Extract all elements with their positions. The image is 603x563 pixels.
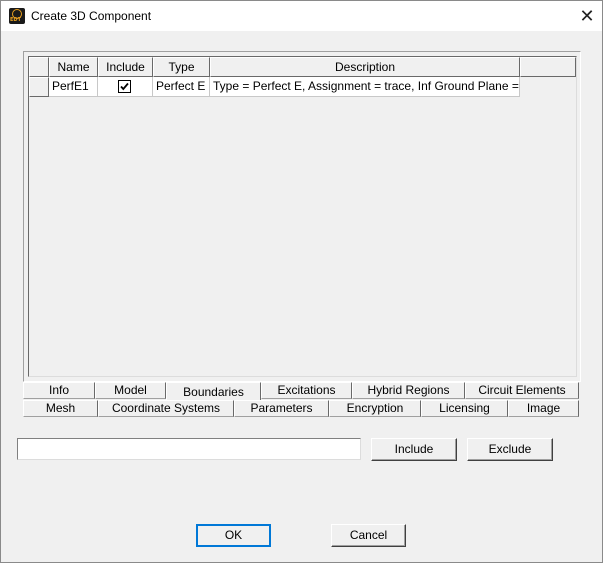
tab-licensing[interactable]: Licensing <box>421 400 508 417</box>
filter-input[interactable] <box>17 438 361 460</box>
cell-type[interactable]: Perfect E <box>153 77 210 97</box>
row-header[interactable] <box>29 77 49 97</box>
app-icon-text: EDT <box>10 17 21 23</box>
cell-name[interactable]: PerfE1 <box>49 77 98 97</box>
tab-encryption[interactable]: Encryption <box>329 400 421 417</box>
corner-header <box>29 57 49 77</box>
tab-image[interactable]: Image <box>508 400 579 417</box>
cell-include[interactable] <box>98 77 153 97</box>
ok-button[interactable]: OK <box>196 524 271 547</box>
tab-boundaries[interactable]: Boundaries <box>166 382 261 401</box>
checkmark-icon <box>120 82 129 91</box>
tab-coordinate-systems[interactable]: Coordinate Systems <box>98 400 234 417</box>
tab-model[interactable]: Model <box>95 382 166 399</box>
column-header-include[interactable]: Include <box>98 57 153 77</box>
tab-circuit-elements[interactable]: Circuit Elements <box>465 382 579 399</box>
edt-app-icon: EDT <box>9 8 25 24</box>
include-checkbox[interactable] <box>118 80 131 93</box>
tab-excitations[interactable]: Excitations <box>261 382 352 399</box>
close-icon[interactable]: ✕ <box>572 1 602 31</box>
column-header-blank <box>520 57 576 77</box>
tab-parameters[interactable]: Parameters <box>234 400 329 417</box>
column-header-description[interactable]: Description <box>210 57 520 77</box>
title-bar[interactable]: EDT Create 3D Component ✕ <box>1 1 602 31</box>
cell-description[interactable]: Type = Perfect E, Assignment = trace, In… <box>210 77 520 97</box>
dialog-window: EDT Create 3D Component ✕ Name Include T… <box>0 0 603 563</box>
boundaries-table: Name Include Type Description PerfE1 Per… <box>23 51 581 382</box>
column-header-type[interactable]: Type <box>153 57 210 77</box>
column-header-name[interactable]: Name <box>49 57 98 77</box>
tab-hybrid-regions[interactable]: Hybrid Regions <box>352 382 465 399</box>
window-title: Create 3D Component <box>31 9 152 23</box>
table-grid: Name Include Type Description PerfE1 Per… <box>28 56 577 377</box>
cancel-button[interactable]: Cancel <box>331 524 406 547</box>
include-button[interactable]: Include <box>371 438 457 461</box>
tab-info[interactable]: Info <box>23 382 95 399</box>
tab-mesh[interactable]: Mesh <box>23 400 98 417</box>
exclude-button[interactable]: Exclude <box>467 438 553 461</box>
